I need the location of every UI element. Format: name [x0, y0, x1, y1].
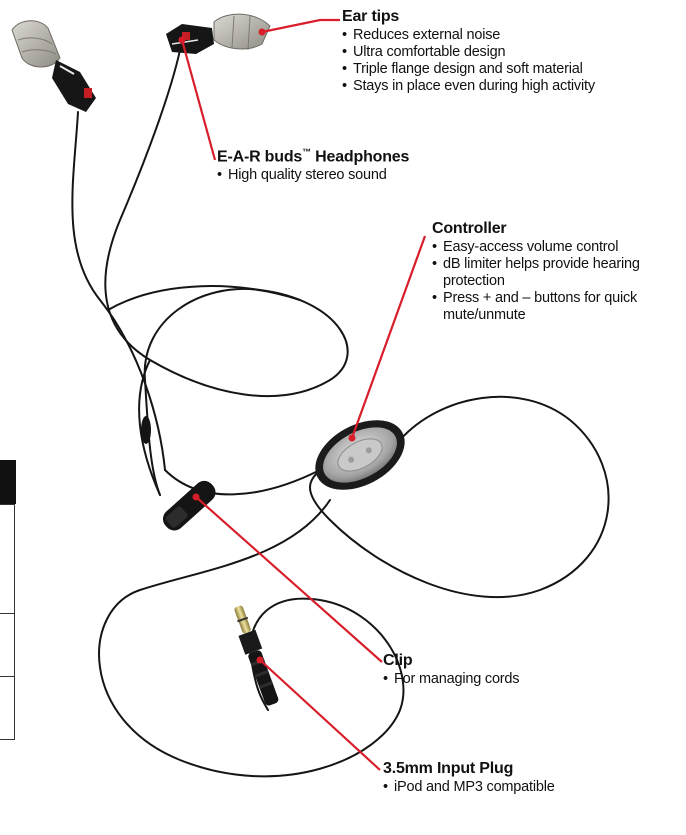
controller-icon [315, 420, 405, 490]
bullet: For managing cords [383, 671, 520, 688]
callout-plug: 3.5mm Input Plug iPod and MP3 compatible [383, 760, 555, 796]
bullet: iPod and MP3 compatible [383, 779, 555, 796]
table-cell-edge [0, 613, 15, 677]
callout-title: Ear tips [342, 8, 400, 25]
callout-headphones: E-A-R buds™ Headphones High quality ster… [217, 147, 409, 184]
callout-title: E-A-R buds™ Headphones [217, 147, 409, 167]
bullet: Triple flange design and soft material [342, 61, 595, 78]
earbud-icon [166, 24, 214, 54]
product-diagram: Ear tips Reduces external noise Ultra co… [0, 0, 686, 835]
callout-bullets: Easy-access volume control dB limiter he… [432, 239, 683, 325]
bullet: Reduces external noise [342, 27, 595, 44]
earbud-icon [52, 60, 96, 112]
callout-controller: Controller Easy-access volume control dB… [432, 220, 683, 324]
ear-tip-icon [11, 20, 61, 68]
bullet: High quality stereo sound [217, 167, 409, 184]
table-cell-edge [0, 676, 15, 740]
callout-ear-tips: Ear tips Reduces external noise Ultra co… [342, 8, 595, 95]
callout-title: Clip [383, 652, 413, 669]
callout-title: Controller [432, 220, 507, 237]
bullet: Easy-access volume control [432, 239, 683, 256]
bullet: Ultra comfortable design [342, 44, 595, 61]
callout-title-name: E-A-R buds [217, 148, 303, 166]
plug-icon [234, 605, 279, 706]
callout-title: 3.5mm Input Plug [383, 760, 514, 777]
bullet: dB limiter helps provide hearing protect… [432, 256, 643, 290]
bullet: Stays in place even during high activity [342, 78, 595, 95]
cropped-table-edge [0, 460, 16, 740]
clip-icon [162, 480, 216, 531]
table-header-edge [0, 460, 16, 504]
callout-title-suffix: Headphones [310, 148, 410, 166]
callout-bullets: iPod and MP3 compatible [383, 779, 555, 796]
bullet: Press + and – buttons for quick mute/unm… [432, 290, 681, 324]
callout-bullets: Reduces external noise Ultra comfortable… [342, 27, 595, 96]
callout-bullets: High quality stereo sound [217, 167, 409, 184]
callout-clip: Clip For managing cords [383, 652, 520, 688]
table-cell-edge [0, 504, 15, 614]
callout-bullets: For managing cords [383, 671, 520, 688]
trademark-symbol: ™ [302, 147, 311, 157]
headphones-illustration [11, 13, 610, 778]
